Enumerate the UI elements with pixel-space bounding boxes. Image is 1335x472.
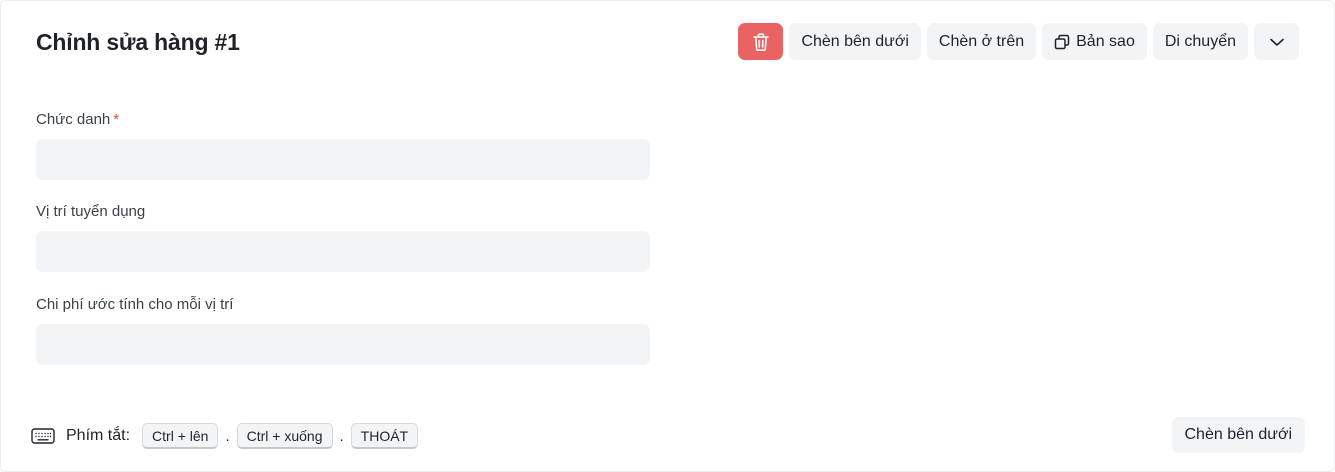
keyboard-icon xyxy=(31,428,55,444)
copy-icon xyxy=(1054,34,1070,49)
shortcut-key-down: Ctrl + xuống xyxy=(236,423,333,449)
shortcuts-label: Phím tắt: xyxy=(66,427,131,444)
footer-insert-below-button[interactable]: Chèn bên dưới xyxy=(1171,417,1305,453)
edit-row-dialog: Chỉnh sửa hàng #1 Chèn bên dưới Chèn ở t… xyxy=(0,0,1335,472)
move-button[interactable]: Di chuyển xyxy=(1152,23,1248,60)
job-title-label-text: Chức danh xyxy=(36,111,111,128)
insert-above-button[interactable]: Chèn ở trên xyxy=(926,23,1037,60)
shortcut-separator: . xyxy=(225,427,230,445)
position-input[interactable] xyxy=(36,231,650,272)
job-title-label: Chức danh * xyxy=(36,111,119,128)
trash-icon xyxy=(753,32,769,51)
more-actions-button[interactable] xyxy=(1254,23,1299,60)
position-label: Vị trí tuyển dụng xyxy=(36,203,146,220)
shortcuts-bar: Phím tắt: Ctrl + lên . Ctrl + xuống . TH… xyxy=(31,423,419,449)
shortcut-separator: . xyxy=(339,427,344,445)
shortcut-key-up: Ctrl + lên xyxy=(142,423,219,449)
insert-below-button[interactable]: Chèn bên dưới xyxy=(789,23,921,60)
row-toolbar: Chèn bên dưới Chèn ở trên Bản sao Di chu… xyxy=(738,23,1299,60)
chevron-down-icon xyxy=(1269,38,1284,46)
delete-row-button[interactable] xyxy=(738,23,784,60)
cost-per-position-input[interactable] xyxy=(36,324,650,365)
job-title-input[interactable] xyxy=(36,139,650,180)
duplicate-button[interactable]: Bản sao xyxy=(1042,23,1147,60)
required-mark: * xyxy=(113,111,120,128)
shortcut-key-escape: THOÁT xyxy=(350,423,419,449)
page-title: Chỉnh sửa hàng #1 xyxy=(36,29,240,55)
cost-per-position-label: Chi phí ước tính cho mỗi vị trí xyxy=(36,296,234,313)
duplicate-label: Bản sao xyxy=(1076,32,1135,50)
